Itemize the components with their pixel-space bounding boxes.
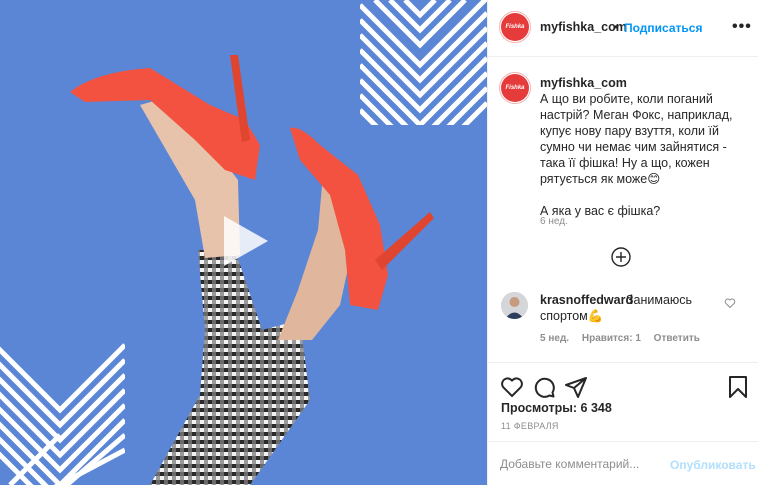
header-separator: • [614,20,619,34]
publish-button[interactable]: Опубликовать [670,458,756,472]
logo-text: Fishka [505,24,525,30]
post-header: Fishka myfishka_com • Подписаться ••• [488,0,758,57]
comment-username[interactable]: krasnoffedward [540,293,633,307]
bookmark-icon[interactable] [726,375,750,399]
heart-icon[interactable] [500,375,524,399]
share-icon[interactable] [564,375,588,399]
comment-text: Занимаюсь [626,293,693,307]
comment-input[interactable] [500,454,670,474]
more-icon[interactable]: ••• [732,18,752,36]
caption-logo-text: Fishka [505,85,525,91]
views-count[interactable]: Просмотры: 6 348 [501,401,612,415]
comment-heart-icon[interactable] [724,297,736,309]
caption-time: 6 нед. [540,216,568,227]
post-media[interactable] [0,0,487,485]
post-date: 11 ФЕВРАЛЯ [501,421,559,431]
add-comment-section: Опубликовать [488,441,758,485]
comment-meta: 5 нед. Нравится: 1 Ответить [540,333,710,344]
comment-icon[interactable] [532,375,556,399]
caption-username[interactable]: myfishka_com [540,76,627,90]
caption-text: А що ви робите, коли поганий настрій? Ме… [540,92,733,218]
comment-text-continued: спортом💪 [540,309,604,323]
account-avatar[interactable]: Fishka [499,11,531,43]
comment-likes[interactable]: Нравится: 1 [582,333,641,344]
comment-avatar[interactable] [501,292,528,319]
plus-circle-icon[interactable] [610,246,632,268]
reply-button[interactable]: Ответить [654,333,700,344]
post-sidebar: Fishka myfishka_com • Подписаться ••• Fi… [487,0,758,485]
comment-time: 5 нед. [540,333,570,344]
play-icon[interactable] [216,212,274,270]
caption-avatar[interactable]: Fishka [499,72,531,104]
follow-button[interactable]: Подписаться [624,21,702,35]
